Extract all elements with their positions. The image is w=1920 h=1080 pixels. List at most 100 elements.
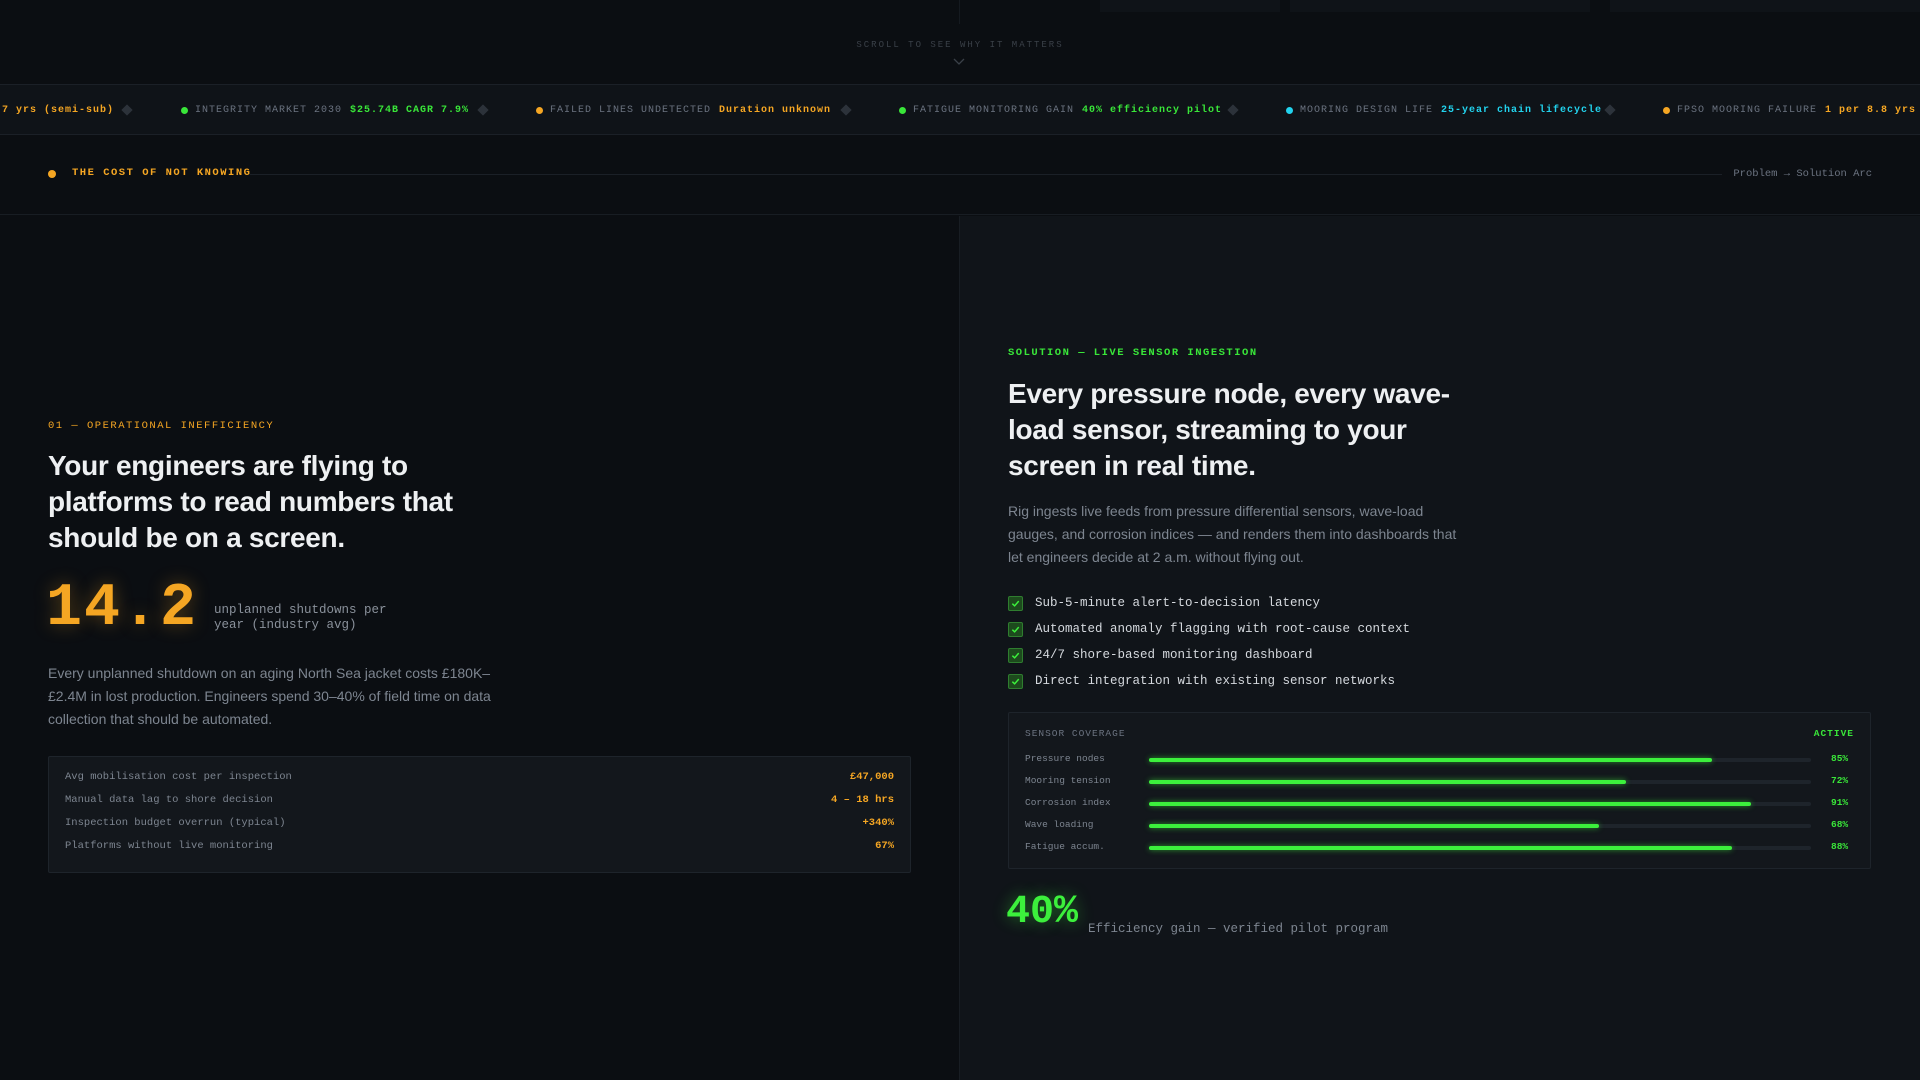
table-row-value: 4 – 18 hrs: [830, 793, 894, 806]
coverage-title: SENSOR COVERAGE: [1025, 728, 1126, 739]
coverage-fill: [1149, 802, 1752, 806]
check-icon: [1008, 647, 1023, 663]
coverage-label: Fatigue accum.: [1025, 841, 1105, 852]
coverage-label: Pressure nodes: [1025, 753, 1105, 764]
status-dot-icon: [899, 107, 906, 114]
hero-top: SCROLL TO SEE WHY IT MATTERS: [0, 0, 1920, 84]
ticker-value: 7 yrs (semi-sub): [2, 105, 115, 116]
coverage-percent: 85%: [1831, 753, 1849, 764]
table-row-key: Platforms without live monitoring: [65, 839, 273, 852]
coverage-label: Mooring tension: [1025, 775, 1111, 786]
table-row: Manual data lag to shore decision 4 – 18…: [65, 788, 894, 811]
ticker-item: INTEGRITY MARKET 2030 $25.74B CAGR 7.9%: [181, 85, 470, 134]
checklist-text: Sub-5-minute alert-to-decision latency: [1035, 596, 1321, 610]
ticker-label: FPSO MOORING FAILURE: [1677, 105, 1818, 116]
problem-panel: [0, 216, 959, 1080]
table-row-value: +340%: [862, 816, 894, 829]
scroll-hint[interactable]: SCROLL TO SEE WHY IT MATTERS: [0, 40, 1920, 50]
coverage-percent: 68%: [1831, 819, 1849, 830]
table-row: Inspection budget overrun (typical) +340…: [65, 811, 894, 834]
coverage-track: [1149, 824, 1811, 828]
status-dot-icon: [1286, 107, 1293, 114]
coverage-row: Corrosion index 91%: [1025, 797, 1856, 811]
coverage-percent: 91%: [1831, 797, 1849, 808]
coverage-track: [1149, 780, 1811, 784]
feature-checklist: Sub-5-minute alert-to-decision latency A…: [1008, 590, 1410, 694]
ticker-item: 7 yrs (semi-sub): [2, 85, 115, 134]
checklist-item: Automated anomaly flagging with root-cau…: [1008, 616, 1410, 642]
coverage-status-badge: ACTIVE: [1813, 728, 1854, 739]
coverage-row: Mooring tension 72%: [1025, 775, 1856, 789]
ticker: 7 yrs (semi-sub) INTEGRITY MARKET 2030 $…: [0, 84, 1920, 135]
problem-body: Every unplanned shutdown on an aging Nor…: [48, 665, 491, 727]
sensor-coverage-card: SENSOR COVERAGE ACTIVE Pressure nodes 85…: [1008, 712, 1871, 869]
coverage-percent: 72%: [1831, 775, 1849, 786]
checklist-item: Sub-5-minute alert-to-decision latency: [1008, 590, 1410, 616]
ticker-separator: [1227, 104, 1239, 116]
section-arc-label: Problem → Solution Arc: [1733, 168, 1872, 180]
hero-faint-bar: [1290, 0, 1590, 12]
hero-faint-bar: [1610, 0, 1920, 12]
problem-headline: Your engineers are flying to platforms t…: [48, 450, 453, 553]
ticker-item: FAILED LINES UNDETECTED Duration unknown: [536, 85, 832, 134]
table-row-value: £47,000: [849, 770, 894, 783]
coverage-fill: [1149, 846, 1732, 850]
shutdown-stat-value: 14.2: [46, 575, 199, 643]
coverage-percent: 88%: [1831, 841, 1849, 852]
coverage-track: [1149, 846, 1811, 850]
ticker-item: FATIGUE MONITORING GAIN 40% efficiency p…: [899, 85, 1223, 134]
check-icon: [1008, 595, 1023, 611]
solution-body: Rig ingests live feeds from pressure dif…: [1008, 503, 1457, 565]
coverage-label: Corrosion index: [1025, 797, 1111, 808]
solution-headline: Every pressure node, every wave-load sen…: [1008, 378, 1450, 481]
coverage-track: [1149, 802, 1811, 806]
section-divider: [250, 174, 1722, 175]
solution-eyebrow: SOLUTION — LIVE SENSOR INGESTION: [1008, 347, 1258, 359]
status-dot-icon: [181, 107, 188, 114]
checklist-item: 24/7 shore-based monitoring dashboard: [1008, 642, 1410, 668]
status-dot-icon: [1663, 107, 1670, 114]
ticker-value: 40% efficiency pilot: [1082, 105, 1223, 116]
coverage-fill: [1149, 758, 1712, 762]
coverage-label: Wave loading: [1025, 819, 1094, 830]
efficiency-gain-label: Efficiency gain — verified pilot program: [1088, 922, 1389, 936]
coverage-row: Fatigue accum. 88%: [1025, 841, 1856, 855]
ticker-separator: [1604, 104, 1616, 116]
table-row-key: Inspection budget overrun (typical): [65, 816, 286, 829]
ticker-separator: [121, 104, 133, 116]
ticker-item: FPSO MOORING FAILURE 1 per 8.8 yrs av: [1663, 85, 1920, 134]
hero-faint-bar: [1100, 0, 1280, 12]
coverage-row: Pressure nodes 85%: [1025, 753, 1856, 767]
ticker-value: 1 per 8.8 yrs av: [1825, 105, 1920, 116]
problem-eyebrow: 01 — OPERATIONAL INEFFICIENCY: [48, 420, 275, 432]
ticker-separator: [477, 104, 489, 116]
ticker-value: Duration unknown: [719, 105, 832, 116]
section-title: THE COST OF NOT KNOWING: [72, 167, 252, 179]
check-icon: [1008, 673, 1023, 689]
coverage-track: [1149, 758, 1811, 762]
efficiency-gain-value: 40%: [1006, 890, 1079, 935]
coverage-row: Wave loading 68%: [1025, 819, 1856, 833]
coverage-fill: [1149, 824, 1600, 828]
ticker-label: MOORING DESIGN LIFE: [1300, 105, 1434, 116]
table-row-key: Manual data lag to shore decision: [65, 793, 273, 806]
status-dot-icon: [536, 107, 543, 114]
ticker-label: INTEGRITY MARKET 2030: [195, 105, 343, 116]
check-icon: [1008, 621, 1023, 637]
ticker-separator: [840, 104, 852, 116]
ticker-item: MOORING DESIGN LIFE 25-year chain lifecy…: [1286, 85, 1602, 134]
hero-divider: [959, 0, 960, 24]
cost-table: Avg mobilisation cost per inspection £47…: [48, 756, 911, 873]
chevron-down-icon[interactable]: [953, 56, 965, 68]
table-row: Avg mobilisation cost per inspection £47…: [65, 765, 894, 788]
table-row-value: 67%: [875, 839, 894, 852]
ticker-value: $25.74B CAGR 7.9%: [350, 105, 470, 116]
ticker-label: FATIGUE MONITORING GAIN: [913, 105, 1075, 116]
checklist-text: Direct integration with existing sensor …: [1035, 674, 1396, 688]
ticker-label: FAILED LINES UNDETECTED: [550, 105, 712, 116]
section-dot-icon: [48, 170, 56, 178]
table-row: Platforms without live monitoring 67%: [65, 834, 894, 857]
checklist-text: Automated anomaly flagging with root-cau…: [1035, 622, 1411, 636]
section-header: [0, 135, 1920, 215]
checklist-text: 24/7 shore-based monitoring dashboard: [1035, 648, 1313, 662]
